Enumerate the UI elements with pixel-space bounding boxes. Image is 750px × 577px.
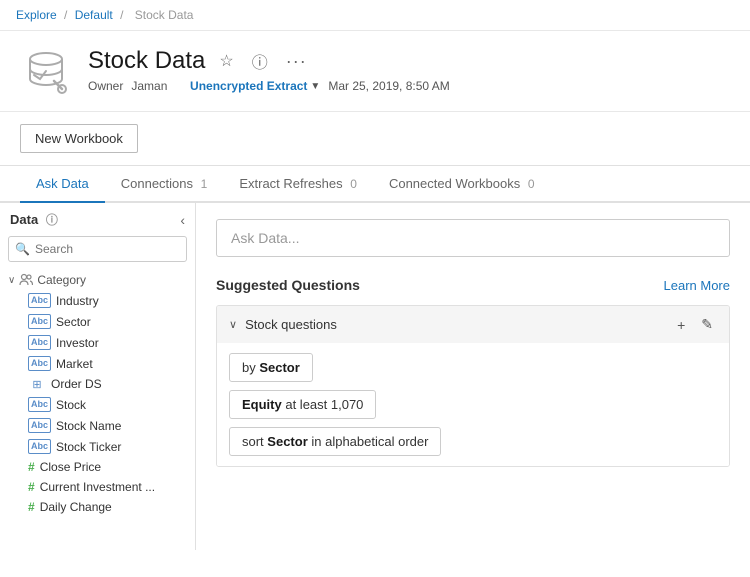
hash-type-icon: # [28,460,35,474]
stock-questions-accordion: ∨ Stock questions + ✎ by Sector Equity a… [216,305,730,467]
accordion-actions: + ✎ [673,314,717,335]
field-name-market: Market [56,357,93,371]
field-stock-name[interactable]: Abc Stock Name [0,415,195,436]
field-order-ds[interactable]: ⊞ Order DS [0,374,195,394]
suggested-questions-header: Suggested Questions Learn More [216,277,730,293]
left-panel-header: Data ⓘ ‹ [0,203,195,236]
field-name-current-investment: Current Investment ... [40,480,155,494]
calendar-type-icon: ⊞ [28,378,46,391]
question-chip-by-sector[interactable]: by Sector [229,353,313,382]
left-panel: Data ⓘ ‹ 🔍 ∨ Category Abc [0,203,196,550]
search-box: 🔍 [8,236,187,262]
field-name-sector: Sector [56,315,91,329]
field-close-price[interactable]: # Close Price [0,457,195,477]
category-label: Category [37,273,86,287]
extract-refreshes-badge: 0 [350,177,357,191]
breadcrumb: Explore / Default / Stock Data [0,0,750,31]
connected-workbooks-badge: 0 [528,177,535,191]
field-name-order-ds: Order DS [51,377,102,391]
extract-link[interactable]: Unencrypted Extract ▼ [190,79,320,93]
breadcrumb-default[interactable]: Default [75,8,113,22]
search-icon: 🔍 [15,242,30,256]
question-chip-sort-sector[interactable]: sort Sector in alphabetical order [229,427,441,456]
more-button[interactable]: ··· [282,49,311,74]
header-date: Mar 25, 2019, 8:50 AM [328,79,449,93]
abc-type-icon: Abc [28,293,51,308]
field-market[interactable]: Abc Market [0,353,195,374]
accordion-body: by Sector Equity at least 1,070 sort Sec… [217,343,729,466]
tab-extract-refreshes[interactable]: Extract Refreshes 0 [223,166,373,203]
accordion-add-button[interactable]: + [673,315,689,335]
owner-name: Jaman [131,79,167,93]
abc-type-icon: Abc [28,335,51,350]
page-title: Stock Data [88,47,205,75]
abc-type-icon: Abc [28,397,51,412]
field-name-daily-change: Daily Change [40,500,112,514]
breadcrumb-sep2: / [120,8,123,22]
search-input[interactable] [8,236,187,262]
field-stock-ticker[interactable]: Abc Stock Ticker [0,436,195,457]
field-name-stock: Stock [56,398,86,412]
datasource-icon [20,47,72,99]
abc-type-icon: Abc [28,314,51,329]
extract-label: Unencrypted Extract [190,79,307,93]
breadcrumb-explore[interactable]: Explore [16,8,57,22]
field-name-stock-ticker: Stock Ticker [56,440,121,454]
field-sector[interactable]: Abc Sector [0,311,195,332]
accordion-edit-button[interactable]: ✎ [697,314,717,335]
category-group[interactable]: ∨ Category [0,270,195,290]
accordion-header[interactable]: ∨ Stock questions + ✎ [217,306,729,343]
page-header: Stock Data ☆ ⓘ ··· Owner Jaman Unencrypt… [0,31,750,112]
accordion-title: Stock questions [245,317,337,332]
star-button[interactable]: ☆ [215,49,237,73]
field-current-investment[interactable]: # Current Investment ... [0,477,195,497]
accordion-chevron-icon: ∨ [229,318,237,331]
category-chevron-icon: ∨ [8,275,15,286]
abc-type-icon: Abc [28,439,51,454]
learn-more-link[interactable]: Learn More [664,278,730,293]
tab-ask-data[interactable]: Ask Data [20,166,105,203]
header-meta: Owner Jaman Unencrypted Extract ▼ Mar 25… [88,79,730,93]
hash-type-icon: # [28,480,35,494]
field-investor[interactable]: Abc Investor [0,332,195,353]
header-title-row: Stock Data ☆ ⓘ ··· [88,47,730,75]
extract-arrow-icon: ▼ [310,81,320,92]
hash-type-icon: # [28,500,35,514]
header-text-area: Stock Data ☆ ⓘ ··· Owner Jaman Unencrypt… [88,47,730,93]
field-name-close-price: Close Price [40,460,101,474]
field-name-stock-name: Stock Name [56,419,121,433]
field-name-industry: Industry [56,294,99,308]
ask-data-placeholder: Ask Data... [231,230,299,246]
breadcrumb-current: Stock Data [135,8,194,22]
field-stock[interactable]: Abc Stock [0,394,195,415]
tab-connections[interactable]: Connections 1 [105,166,224,203]
right-panel: Ask Data... Suggested Questions Learn Mo… [196,203,750,550]
breadcrumb-sep1: / [64,8,67,22]
new-workbook-button[interactable]: New Workbook [20,124,138,153]
ask-data-input[interactable]: Ask Data... [216,219,730,257]
field-daily-change[interactable]: # Daily Change [0,497,195,517]
owner-label: Owner [88,79,123,93]
left-panel-title-area: Data ⓘ [10,211,58,228]
connections-badge: 1 [201,177,208,191]
abc-type-icon: Abc [28,356,51,371]
field-industry[interactable]: Abc Industry [0,290,195,311]
left-panel-title: Data [10,212,38,227]
question-chip-equity[interactable]: Equity at least 1,070 [229,390,376,419]
accordion-header-left: ∨ Stock questions [229,317,337,332]
info-button[interactable]: ⓘ [248,47,272,75]
new-workbook-area: New Workbook [0,112,750,166]
suggested-questions-title: Suggested Questions [216,277,360,293]
collapse-panel-button[interactable]: ‹ [180,212,185,228]
tab-bar: Ask Data Connections 1 Extract Refreshes… [0,166,750,203]
data-info-icon[interactable]: ⓘ [46,213,58,227]
field-list: ∨ Category Abc Industry Abc Sector Abc [0,268,195,550]
tab-connected-workbooks[interactable]: Connected Workbooks 0 [373,166,551,203]
main-content: Data ⓘ ‹ 🔍 ∨ Category Abc [0,203,750,550]
abc-type-icon: Abc [28,418,51,433]
people-icon [19,273,33,287]
field-name-investor: Investor [56,336,99,350]
